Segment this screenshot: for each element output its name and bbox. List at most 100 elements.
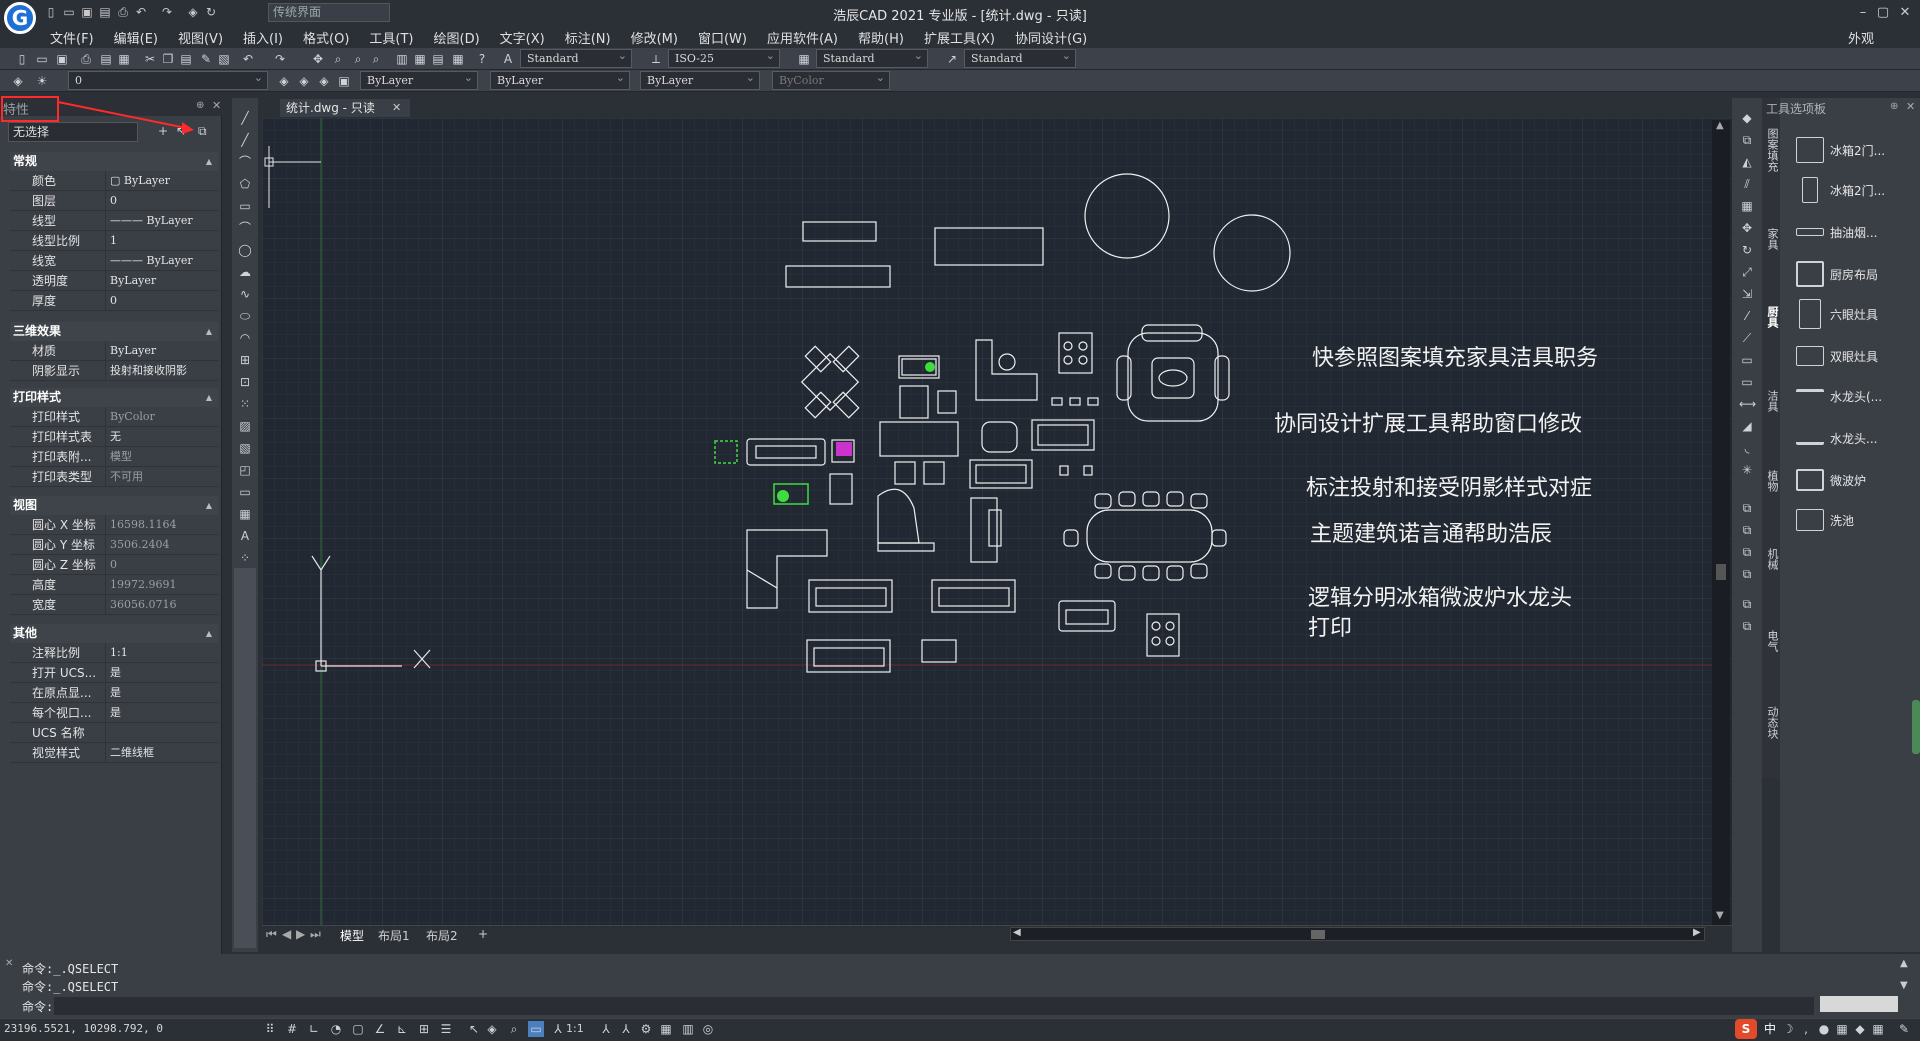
ime-grid-icon[interactable]: ▦ bbox=[1870, 1021, 1886, 1037]
scroll-left-icon[interactable]: ◀ bbox=[1013, 927, 1021, 938]
menu-modify[interactable]: 修改(M) bbox=[621, 26, 688, 47]
explode-icon[interactable]: ✳ bbox=[1739, 462, 1755, 478]
ime-punct-icon[interactable]: , bbox=[1798, 1021, 1814, 1037]
layer-previous-icon[interactable]: ◈ bbox=[296, 73, 312, 89]
prev-layout-icon[interactable]: ◀ bbox=[282, 927, 291, 941]
scroll-down-icon[interactable]: ▼ bbox=[1716, 910, 1724, 921]
otrack-icon[interactable]: ∠ bbox=[372, 1021, 388, 1037]
spline-icon[interactable]: ∿ bbox=[237, 286, 253, 302]
region-icon[interactable]: ◰ bbox=[237, 462, 253, 478]
ellipse-arc-icon[interactable]: ◠ bbox=[237, 330, 253, 346]
paste-icon[interactable]: ▤ bbox=[178, 51, 194, 67]
app-logo-icon[interactable]: G bbox=[4, 2, 36, 34]
palette-item[interactable]: 微波炉 bbox=[1796, 466, 1866, 494]
plot-style-select[interactable]: ByColor bbox=[772, 69, 890, 90]
canvas-text-4[interactable]: 主题建筑诺言通帮助浩辰 bbox=[1310, 516, 1552, 548]
tool-palette-icon[interactable]: ▤ bbox=[430, 51, 446, 67]
lock-icon[interactable]: ▦ bbox=[658, 1021, 674, 1037]
close-button[interactable]: ✕ bbox=[1894, 3, 1916, 23]
menu-insert[interactable]: 插入(I) bbox=[233, 26, 293, 47]
palette-tab-dynamic-blocks[interactable]: 动态块 bbox=[1764, 706, 1780, 739]
prop-value[interactable]: 是 bbox=[106, 703, 218, 722]
layer-select[interactable]: 0 bbox=[68, 69, 268, 90]
palette-item[interactable]: 水龙头(... bbox=[1796, 382, 1882, 410]
add-selected-icon[interactable]: ⁘ bbox=[237, 550, 253, 566]
point-icon[interactable]: ⁙ bbox=[237, 396, 253, 412]
model-space-icon[interactable]: ▭ bbox=[528, 1021, 544, 1037]
dyn-icon[interactable]: ⊞ bbox=[416, 1021, 432, 1037]
layer-match-icon[interactable]: ▣ bbox=[336, 73, 352, 89]
prop-value[interactable]: 0 bbox=[106, 191, 218, 210]
canvas-text-3[interactable]: 标注投射和接受阴影样式对症 bbox=[1306, 470, 1592, 502]
extend-icon[interactable]: ⟋ bbox=[1739, 330, 1755, 346]
menu-format[interactable]: 格式(O) bbox=[293, 26, 359, 47]
scroll-up-icon[interactable]: ▲ bbox=[1716, 120, 1724, 131]
lineweight-select[interactable]: ByLayer bbox=[640, 69, 760, 90]
polyline-icon[interactable]: ⌒ bbox=[237, 154, 253, 170]
cut-icon[interactable]: ✂ bbox=[142, 51, 158, 67]
prop-value[interactable]: 是 bbox=[106, 663, 218, 682]
draworder-icon[interactable]: ⧉ bbox=[1739, 500, 1755, 516]
palette-tab-sanitary[interactable]: 洁具 bbox=[1764, 390, 1780, 412]
minimize-button[interactable]: – bbox=[1852, 3, 1874, 23]
calculator-icon[interactable]: ▦ bbox=[450, 51, 466, 67]
text-front-icon[interactable]: ⧉ bbox=[1739, 596, 1755, 612]
break-icon[interactable]: ▭ bbox=[1739, 374, 1755, 390]
hatch-icon[interactable]: ▨ bbox=[237, 418, 253, 434]
block-icon[interactable]: ▧ bbox=[216, 51, 232, 67]
palette-tab-plants[interactable]: 植物 bbox=[1764, 470, 1780, 492]
palette-item[interactable]: 冰箱2门... bbox=[1796, 176, 1885, 204]
save-as-icon[interactable]: ▤ bbox=[98, 5, 112, 19]
new-file-icon[interactable]: ▯ bbox=[44, 5, 58, 19]
snap-icon[interactable]: ⠿ bbox=[262, 1021, 278, 1037]
match-prop-icon[interactable]: ✎ bbox=[198, 51, 214, 67]
copy-icon[interactable]: ❐ bbox=[160, 51, 176, 67]
ime-logo-icon[interactable]: S bbox=[1735, 1019, 1757, 1039]
ellipse-icon[interactable]: ⬭ bbox=[237, 308, 253, 324]
xline-icon[interactable]: ╱ bbox=[237, 132, 253, 148]
draworder-back-icon[interactable]: ⧉ bbox=[1739, 544, 1755, 560]
ortho-icon[interactable]: ∟ bbox=[306, 1021, 322, 1037]
scroll-thumb[interactable] bbox=[1716, 564, 1726, 580]
zoom-realtime-icon[interactable]: ⌕ bbox=[330, 51, 346, 67]
section-other[interactable]: 其他 bbox=[10, 624, 218, 643]
palette-item[interactable]: 双眼灶具 bbox=[1796, 342, 1878, 370]
palette-item[interactable]: 洗池 bbox=[1796, 506, 1854, 534]
workspace-select[interactable]: 传统界面 bbox=[268, 3, 390, 22]
palette-tab-mechanical[interactable]: 机械 bbox=[1764, 548, 1780, 570]
section-view[interactable]: 视图 bbox=[10, 496, 218, 515]
layer-current-icon[interactable]: ◈ bbox=[276, 73, 292, 89]
prop-value[interactable]: ByLayer bbox=[106, 341, 218, 360]
hatch-back-icon[interactable]: ⧉ bbox=[1739, 618, 1755, 634]
menu-apps[interactable]: 应用软件(A) bbox=[757, 26, 848, 47]
undo-icon[interactable]: ↶ bbox=[134, 5, 148, 19]
offset-icon[interactable]: ⫽ bbox=[1739, 176, 1755, 192]
canvas-text-1[interactable]: 快参照图案填充家具洁具职务 bbox=[1312, 340, 1598, 372]
table-style-icon[interactable]: ▦ bbox=[796, 51, 812, 67]
wipeout-icon[interactable]: ▭ bbox=[237, 484, 253, 500]
tab-close-icon[interactable]: ✕ bbox=[392, 101, 401, 114]
prop-value[interactable]: 1:1 bbox=[106, 643, 218, 662]
last-layout-icon[interactable]: ⏭ bbox=[310, 927, 321, 942]
open-file-icon[interactable]: ▭ bbox=[62, 5, 76, 19]
annotation-visibility-icon[interactable]: ⅄ bbox=[598, 1021, 614, 1037]
palette-tab-electrical[interactable]: 电气 bbox=[1764, 630, 1780, 652]
zoom-previous-icon[interactable]: ⌕ bbox=[368, 51, 384, 67]
prop-value[interactable]: ByLayer bbox=[106, 271, 218, 290]
cmd-close-icon[interactable]: ✕ bbox=[5, 958, 13, 969]
properties-icon[interactable]: ▥ bbox=[394, 51, 410, 67]
prop-value[interactable]: 投射和接收阴影 bbox=[106, 361, 218, 380]
prop-value[interactable] bbox=[106, 723, 218, 742]
move-icon[interactable]: ✥ bbox=[1739, 220, 1755, 236]
revcloud-icon[interactable]: ☁ bbox=[237, 264, 253, 280]
menu-draw[interactable]: 绘图(D) bbox=[424, 26, 490, 47]
rectangle-icon[interactable]: ▭ bbox=[237, 198, 253, 214]
hardware-icon[interactable]: ▥ bbox=[680, 1021, 696, 1037]
table-style-select[interactable]: Standard bbox=[816, 47, 928, 68]
cmd-scroll-up-icon[interactable]: ▲ bbox=[1900, 958, 1908, 969]
palette-tab-kitchen[interactable]: 厨具 bbox=[1764, 306, 1780, 328]
ducs-icon[interactable]: ⊾ bbox=[394, 1021, 410, 1037]
print-icon[interactable]: ⎙ bbox=[116, 5, 130, 19]
mleader-style-select[interactable]: Standard bbox=[964, 47, 1076, 68]
ime-settings-icon[interactable]: ✎ bbox=[1896, 1021, 1912, 1037]
